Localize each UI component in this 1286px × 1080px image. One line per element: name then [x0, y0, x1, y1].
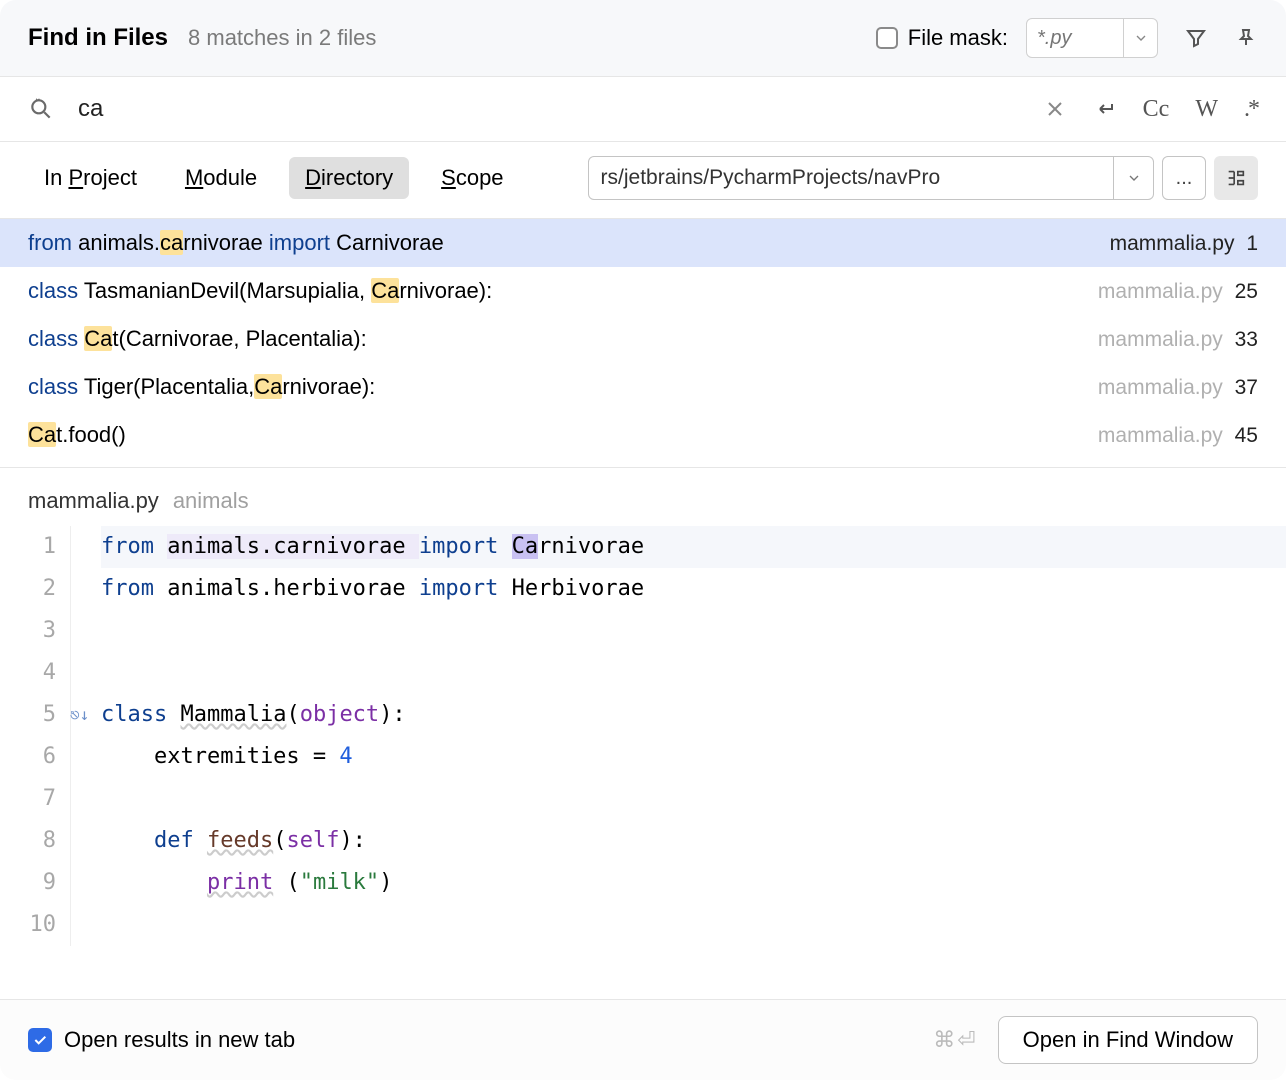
- clear-search-icon[interactable]: [1043, 97, 1067, 121]
- open-new-tab-label: Open results in new tab: [64, 1027, 295, 1053]
- line-number: 9: [0, 862, 56, 904]
- preview-package: animals: [173, 488, 249, 514]
- result-file: mammalia.py: [1110, 232, 1235, 255]
- line-number: 4: [0, 652, 56, 694]
- open-new-tab-group: Open results in new tab: [28, 1027, 295, 1053]
- line-number: 6: [0, 736, 56, 778]
- code-line: [101, 904, 1286, 946]
- result-line-number: 33: [1229, 328, 1258, 351]
- browse-directory-button[interactable]: ...: [1162, 156, 1206, 200]
- result-file: mammalia.py: [1098, 376, 1223, 399]
- line-number: 5⎋↓: [0, 694, 56, 736]
- file-mask-input-wrap: [1026, 18, 1158, 58]
- scope-tabs: In Project Module Directory Scope: [28, 157, 520, 199]
- directory-path-dropdown[interactable]: [1113, 157, 1153, 199]
- result-code: Cat.food(): [28, 422, 1098, 448]
- filter-icon[interactable]: [1184, 26, 1208, 50]
- directory-path-field: [588, 156, 1154, 200]
- result-file: mammalia.py: [1098, 424, 1223, 447]
- result-code: class Cat(Carnivorae, Placentalia):: [28, 326, 1098, 352]
- file-mask-group: File mask:: [876, 18, 1158, 58]
- open-new-tab-checkbox[interactable]: [28, 1028, 52, 1052]
- pin-icon[interactable]: [1234, 26, 1258, 50]
- result-code: from animals.carnivorae import Carnivora…: [28, 230, 1110, 256]
- result-line-number: 37: [1229, 376, 1258, 399]
- file-mask-input[interactable]: [1027, 27, 1123, 50]
- scope-tab-scope[interactable]: Scope: [425, 157, 519, 199]
- code-line: [101, 610, 1286, 652]
- result-code: class TasmanianDevil(Marsupialia, Carniv…: [28, 278, 1098, 304]
- newline-icon[interactable]: [1093, 97, 1117, 121]
- file-mask-label: File mask:: [908, 25, 1008, 51]
- search-icon[interactable]: [28, 96, 54, 122]
- match-count: 8 matches in 2 files: [188, 25, 376, 51]
- result-row[interactable]: class Tiger(Placentalia,Carnivorae):mamm…: [0, 363, 1286, 411]
- line-number: 7: [0, 778, 56, 820]
- open-in-find-window-button[interactable]: Open in Find Window: [998, 1016, 1258, 1064]
- result-line-number: 1: [1240, 232, 1258, 255]
- whole-word-toggle[interactable]: W: [1195, 96, 1218, 123]
- result-row[interactable]: from animals.carnivorae import Carnivora…: [0, 219, 1286, 267]
- result-row[interactable]: Cat.food()mammalia.py 45: [0, 411, 1286, 459]
- line-number: 2: [0, 568, 56, 610]
- code-line: def feeds(self):: [101, 820, 1286, 862]
- result-row[interactable]: class Cat(Carnivorae, Placentalia):mamma…: [0, 315, 1286, 363]
- preview-editor[interactable]: 12345⎋↓678910 from animals.carnivorae im…: [0, 526, 1286, 946]
- preview-header: mammalia.py animals: [0, 467, 1286, 526]
- code-line: class Mammalia(object):: [101, 694, 1286, 736]
- header: Find in Files 8 matches in 2 files File …: [0, 0, 1286, 77]
- result-row[interactable]: class TasmanianDevil(Marsupialia, Carniv…: [0, 267, 1286, 315]
- tree-view-toggle-icon[interactable]: [1214, 156, 1258, 200]
- match-case-toggle[interactable]: Cc: [1143, 96, 1170, 123]
- code-line: from animals.herbivorae import Herbivora…: [101, 568, 1286, 610]
- code-lines: from animals.carnivorae import Carnivora…: [70, 526, 1286, 946]
- code-line: from animals.carnivorae import Carnivora…: [101, 526, 1286, 568]
- code-line: extremities = 4: [101, 736, 1286, 778]
- search-row: Cc W .*: [0, 77, 1286, 142]
- keyboard-hint: ⌘⏎: [933, 1027, 977, 1053]
- find-in-files-dialog: Find in Files 8 matches in 2 files File …: [0, 0, 1286, 1080]
- scope-row: In Project Module Directory Scope ...: [0, 142, 1286, 219]
- scope-tab-module[interactable]: Module: [169, 157, 273, 199]
- result-file: mammalia.py: [1098, 328, 1223, 351]
- code-line: [101, 652, 1286, 694]
- preview-file-name: mammalia.py: [28, 488, 159, 514]
- scope-tab-project[interactable]: In Project: [28, 157, 153, 199]
- line-number: 8: [0, 820, 56, 862]
- file-mask-dropdown[interactable]: [1123, 19, 1157, 57]
- line-number: 1: [0, 526, 56, 568]
- line-number: 10: [0, 904, 56, 946]
- footer: Open results in new tab ⌘⏎ Open in Find …: [0, 999, 1286, 1080]
- directory-path-input[interactable]: [589, 166, 1113, 190]
- line-number: 3: [0, 610, 56, 652]
- scope-tab-directory[interactable]: Directory: [289, 157, 409, 199]
- result-file: mammalia.py: [1098, 280, 1223, 303]
- result-line-number: 25: [1229, 280, 1258, 303]
- results-list: from animals.carnivorae import Carnivora…: [0, 219, 1286, 459]
- file-mask-checkbox[interactable]: [876, 27, 898, 49]
- code-line: [101, 778, 1286, 820]
- gutter: 12345⎋↓678910: [0, 526, 70, 946]
- dialog-title: Find in Files: [28, 24, 168, 52]
- regex-toggle[interactable]: .*: [1244, 96, 1258, 123]
- code-line: print ("milk"): [101, 862, 1286, 904]
- result-line-number: 45: [1229, 424, 1258, 447]
- search-input[interactable]: [78, 95, 1043, 123]
- override-icon[interactable]: ⎋↓: [70, 694, 89, 736]
- result-code: class Tiger(Placentalia,Carnivorae):: [28, 374, 1098, 400]
